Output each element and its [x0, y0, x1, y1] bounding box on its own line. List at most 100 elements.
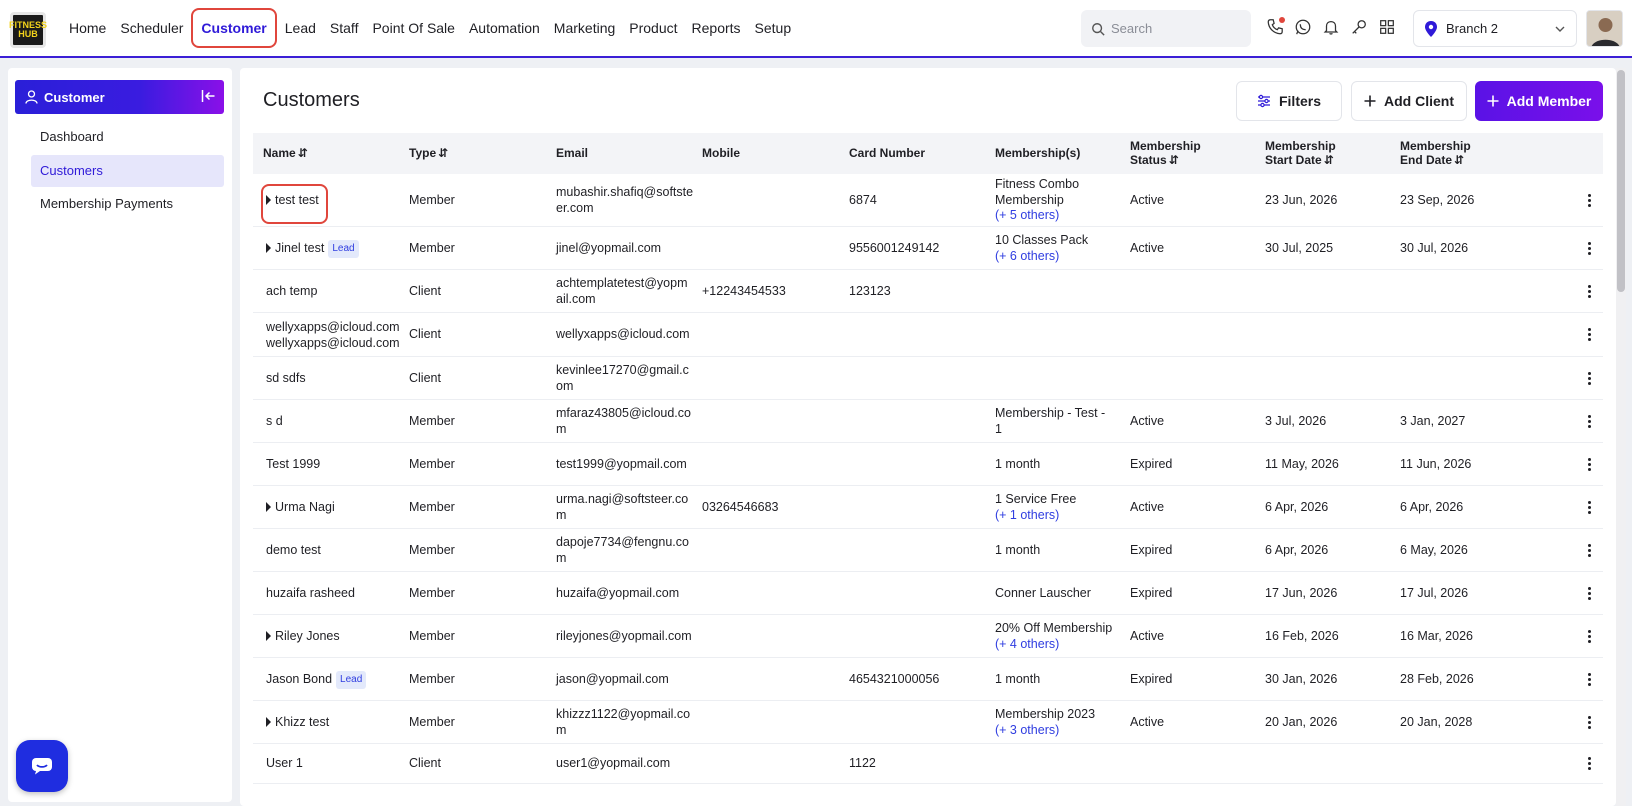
table-row[interactable]: Test 1999 Member test1999@yopmail.com 1 mon…: [253, 443, 1603, 486]
cell-name: demo test: [266, 543, 401, 559]
expand-caret-icon[interactable]: [266, 631, 271, 641]
sidebar: Customer Dashboard Customers Membership Pa…: [8, 68, 232, 802]
row-actions-kebab-icon[interactable]: [1588, 372, 1592, 386]
table-row[interactable]: Urma Nagi Member urma.nagi@softsteer.com 03…: [253, 486, 1603, 529]
more-memberships-link[interactable]: (+ 5 others): [995, 208, 1115, 224]
customer-name[interactable]: Khizz test: [275, 715, 329, 729]
phone-icon[interactable]: [1266, 16, 1285, 38]
col-membership-status[interactable]: Membership Status ⇵: [1130, 139, 1201, 167]
customer-name[interactable]: Urma Nagi: [275, 500, 335, 514]
nav-item-automation[interactable]: Automation: [462, 13, 547, 43]
nav-item-customer[interactable]: Customer: [191, 8, 277, 48]
cell-email: jason@yopmail.com: [556, 672, 669, 686]
table-row[interactable]: s d Member mfaraz43805@icloud.com Membershi…: [253, 400, 1603, 443]
col-type[interactable]: Type ⇵: [409, 146, 448, 160]
customer-name[interactable]: Jason Bond: [266, 672, 332, 686]
table-row[interactable]: Jason Bond Lead Member jason@yopmail.com 465…: [253, 658, 1603, 701]
row-actions-kebab-icon[interactable]: [1588, 194, 1592, 208]
row-actions-kebab-icon[interactable]: [1588, 544, 1592, 558]
table-row[interactable]: Riley Jones Member rileyjones@yopmail.com 2…: [253, 615, 1603, 658]
table-row[interactable]: Khizz test Member khizzz1122@yopmail.com Me…: [253, 701, 1603, 744]
whatsapp-icon[interactable]: [1294, 16, 1312, 38]
branch-selector[interactable]: Branch 2: [1413, 10, 1577, 47]
table-row[interactable]: huzaifa rasheed Member huzaifa@yopmail.com…: [253, 572, 1603, 615]
grid-icon[interactable]: [1378, 16, 1396, 38]
scrollbar-thumb[interactable]: [1617, 70, 1625, 292]
row-actions-kebab-icon[interactable]: [1588, 501, 1592, 515]
table-row[interactable]: User 1 Client user1@yopmail.com 1122: [253, 744, 1603, 784]
row-actions-kebab-icon[interactable]: [1588, 757, 1592, 771]
membership-name: 1 month: [995, 543, 1041, 557]
expand-caret-icon[interactable]: [266, 243, 271, 253]
chat-support-button[interactable]: [16, 740, 68, 792]
row-actions-kebab-icon[interactable]: [1588, 587, 1592, 601]
cell-end-date: 17 Jul, 2026: [1400, 586, 1469, 600]
expand-caret-icon[interactable]: [266, 502, 271, 512]
col-membership-start-date[interactable]: Membership Start Date ⇵: [1265, 139, 1336, 167]
row-actions-kebab-icon[interactable]: [1588, 673, 1592, 687]
row-actions-kebab-icon[interactable]: [1588, 415, 1592, 429]
customer-name[interactable]: wellyxapps@icloud.com wellyxapps@icloud.…: [266, 320, 400, 350]
add-client-button[interactable]: Add Client: [1351, 81, 1467, 121]
customer-name[interactable]: huzaifa rasheed: [266, 586, 355, 600]
cell-type: Client: [409, 327, 441, 341]
customer-name[interactable]: Test 1999: [266, 457, 320, 471]
customer-name[interactable]: User 1: [266, 756, 303, 770]
branch-label: Branch 2: [1446, 21, 1499, 36]
page-scrollbar[interactable]: [1616, 68, 1626, 806]
col-name[interactable]: Name ⇵: [263, 146, 308, 160]
customer-name[interactable]: s d: [266, 414, 283, 428]
nav-item-lead[interactable]: Lead: [278, 13, 323, 43]
customer-name[interactable]: Riley Jones: [275, 629, 340, 643]
expand-caret-icon[interactable]: [266, 717, 271, 727]
sidebar-item-dashboard[interactable]: Dashboard: [31, 121, 224, 153]
nav-item-scheduler[interactable]: Scheduler: [113, 13, 190, 43]
more-memberships-link[interactable]: (+ 6 others): [995, 249, 1115, 265]
more-memberships-link[interactable]: (+ 4 others): [995, 637, 1115, 653]
user-avatar[interactable]: [1586, 10, 1623, 47]
search-input[interactable]: [1111, 21, 1241, 36]
sidebar-item-membership-payments[interactable]: Membership Payments: [31, 188, 224, 220]
key-icon[interactable]: [1350, 16, 1368, 38]
row-actions-kebab-icon[interactable]: [1588, 328, 1592, 342]
row-actions-kebab-icon[interactable]: [1588, 716, 1592, 730]
top-navbar: FITNESS HUB Home Scheduler Customer Lead Sta…: [0, 0, 1632, 58]
table-row[interactable]: ach temp Client achtemplatetest@yopmail.co…: [253, 270, 1603, 313]
table-row[interactable]: sd sdfs Client kevinlee17270@gmail.com: [253, 357, 1603, 400]
filters-button[interactable]: Filters: [1236, 81, 1342, 121]
add-member-button[interactable]: Add Member: [1475, 81, 1603, 121]
table-row[interactable]: Jinel test Lead Member jinel@yopmail.com 955…: [253, 227, 1603, 270]
sidebar-item-customers[interactable]: Customers: [31, 155, 224, 187]
nav-item-home[interactable]: Home: [62, 13, 113, 43]
nav-item-marketing[interactable]: Marketing: [547, 13, 622, 43]
cell-type: Member: [409, 457, 455, 471]
app-logo[interactable]: FITNESS HUB: [9, 12, 47, 48]
col-membership-end-date[interactable]: Membership End Date ⇵: [1400, 139, 1471, 167]
row-actions-kebab-icon[interactable]: [1588, 458, 1592, 472]
bell-icon[interactable]: [1322, 16, 1340, 38]
cell-start-date: 6 Apr, 2026: [1265, 543, 1329, 557]
row-actions-kebab-icon[interactable]: [1588, 285, 1592, 299]
more-memberships-link[interactable]: (+ 1 others): [995, 508, 1115, 524]
nav-item-staff[interactable]: Staff: [323, 13, 366, 43]
customer-name[interactable]: demo test: [266, 543, 321, 557]
chat-icon: [32, 758, 52, 775]
table-row[interactable]: test test Member mubashir.shafiq@softsteer…: [253, 174, 1603, 227]
nav-item-setup[interactable]: Setup: [748, 13, 799, 43]
cell-email: test1999@yopmail.com: [556, 457, 687, 471]
table-row[interactable]: wellyxapps@icloud.com wellyxapps@icloud.…: [253, 313, 1603, 357]
cell-start-date: 30 Jan, 2026: [1265, 672, 1338, 686]
nav-item-product[interactable]: Product: [622, 13, 684, 43]
customer-name[interactable]: Jinel test: [275, 241, 324, 255]
cell-email: rileyjones@yopmail.com: [556, 629, 692, 643]
nav-item-reports[interactable]: Reports: [685, 13, 748, 43]
table-row[interactable]: demo test Member dapoje7734@fengnu.com 1 mo…: [253, 529, 1603, 572]
row-actions-kebab-icon[interactable]: [1588, 242, 1592, 256]
customer-name[interactable]: ach temp: [266, 284, 317, 298]
search-box[interactable]: [1081, 10, 1251, 47]
customer-name[interactable]: sd sdfs: [266, 371, 306, 385]
more-memberships-link[interactable]: (+ 3 others): [995, 723, 1115, 739]
row-actions-kebab-icon[interactable]: [1588, 630, 1592, 644]
nav-item-point-of-sale[interactable]: Point Of Sale: [365, 13, 462, 43]
collapse-sidebar-icon[interactable]: [201, 89, 216, 103]
